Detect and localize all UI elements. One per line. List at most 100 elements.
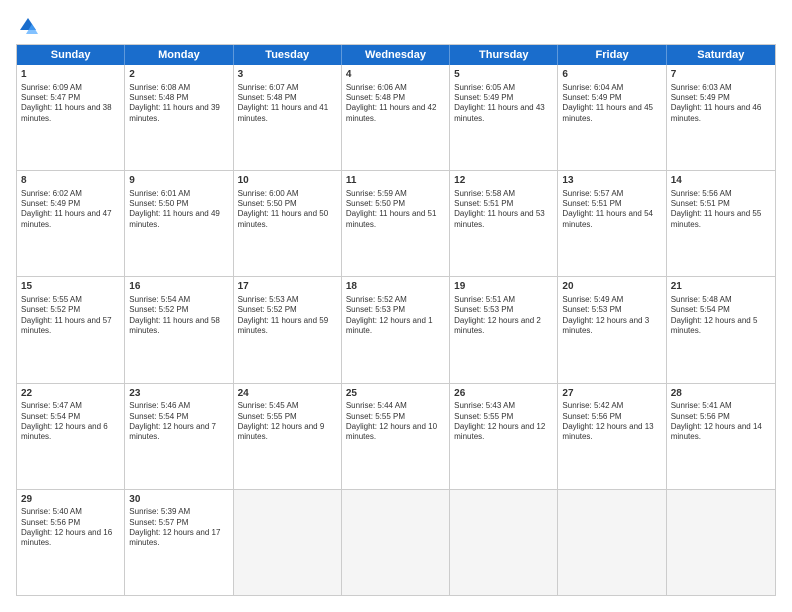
day-cell-16: 16Sunrise: 5:54 AMSunset: 5:52 PMDayligh… <box>125 277 233 382</box>
header-day-sunday: Sunday <box>17 45 125 65</box>
calendar-week-4: 22Sunrise: 5:47 AMSunset: 5:54 PMDayligh… <box>17 383 775 489</box>
day-info: Sunrise: 5:55 AMSunset: 5:52 PMDaylight:… <box>21 295 120 337</box>
day-number: 13 <box>562 174 661 188</box>
day-cell-26: 26Sunrise: 5:43 AMSunset: 5:55 PMDayligh… <box>450 384 558 489</box>
day-number: 4 <box>346 68 445 82</box>
day-info: Sunrise: 6:06 AMSunset: 5:48 PMDaylight:… <box>346 83 445 125</box>
header <box>16 16 776 36</box>
day-cell-10: 10Sunrise: 6:00 AMSunset: 5:50 PMDayligh… <box>234 171 342 276</box>
day-cell-3: 3Sunrise: 6:07 AMSunset: 5:48 PMDaylight… <box>234 65 342 170</box>
day-cell-18: 18Sunrise: 5:52 AMSunset: 5:53 PMDayligh… <box>342 277 450 382</box>
day-info: Sunrise: 6:09 AMSunset: 5:47 PMDaylight:… <box>21 83 120 125</box>
day-info: Sunrise: 6:08 AMSunset: 5:48 PMDaylight:… <box>129 83 228 125</box>
day-number: 22 <box>21 387 120 401</box>
day-info: Sunrise: 5:45 AMSunset: 5:55 PMDaylight:… <box>238 401 337 443</box>
header-day-monday: Monday <box>125 45 233 65</box>
header-day-thursday: Thursday <box>450 45 558 65</box>
day-info: Sunrise: 5:42 AMSunset: 5:56 PMDaylight:… <box>562 401 661 443</box>
day-cell-1: 1Sunrise: 6:09 AMSunset: 5:47 PMDaylight… <box>17 65 125 170</box>
day-number: 12 <box>454 174 553 188</box>
day-number: 17 <box>238 280 337 294</box>
day-number: 28 <box>671 387 771 401</box>
header-day-saturday: Saturday <box>667 45 775 65</box>
calendar-header: SundayMondayTuesdayWednesdayThursdayFrid… <box>17 45 775 65</box>
day-number: 14 <box>671 174 771 188</box>
day-info: Sunrise: 5:39 AMSunset: 5:57 PMDaylight:… <box>129 507 228 549</box>
day-number: 15 <box>21 280 120 294</box>
day-cell-2: 2Sunrise: 6:08 AMSunset: 5:48 PMDaylight… <box>125 65 233 170</box>
day-cell-14: 14Sunrise: 5:56 AMSunset: 5:51 PMDayligh… <box>667 171 775 276</box>
day-cell-17: 17Sunrise: 5:53 AMSunset: 5:52 PMDayligh… <box>234 277 342 382</box>
day-info: Sunrise: 5:44 AMSunset: 5:55 PMDaylight:… <box>346 401 445 443</box>
empty-cell <box>234 490 342 595</box>
day-cell-22: 22Sunrise: 5:47 AMSunset: 5:54 PMDayligh… <box>17 384 125 489</box>
day-cell-9: 9Sunrise: 6:01 AMSunset: 5:50 PMDaylight… <box>125 171 233 276</box>
day-number: 8 <box>21 174 120 188</box>
logo <box>16 16 38 36</box>
day-info: Sunrise: 5:51 AMSunset: 5:53 PMDaylight:… <box>454 295 553 337</box>
day-cell-15: 15Sunrise: 5:55 AMSunset: 5:52 PMDayligh… <box>17 277 125 382</box>
day-number: 5 <box>454 68 553 82</box>
day-cell-13: 13Sunrise: 5:57 AMSunset: 5:51 PMDayligh… <box>558 171 666 276</box>
day-number: 26 <box>454 387 553 401</box>
empty-cell <box>450 490 558 595</box>
day-info: Sunrise: 6:02 AMSunset: 5:49 PMDaylight:… <box>21 189 120 231</box>
day-number: 27 <box>562 387 661 401</box>
day-cell-7: 7Sunrise: 6:03 AMSunset: 5:49 PMDaylight… <box>667 65 775 170</box>
day-number: 19 <box>454 280 553 294</box>
day-number: 24 <box>238 387 337 401</box>
calendar-body: 1Sunrise: 6:09 AMSunset: 5:47 PMDaylight… <box>17 65 775 595</box>
day-number: 18 <box>346 280 445 294</box>
day-info: Sunrise: 5:47 AMSunset: 5:54 PMDaylight:… <box>21 401 120 443</box>
empty-cell <box>342 490 450 595</box>
calendar-week-2: 8Sunrise: 6:02 AMSunset: 5:49 PMDaylight… <box>17 170 775 276</box>
calendar-week-5: 29Sunrise: 5:40 AMSunset: 5:56 PMDayligh… <box>17 489 775 595</box>
day-info: Sunrise: 5:46 AMSunset: 5:54 PMDaylight:… <box>129 401 228 443</box>
day-cell-30: 30Sunrise: 5:39 AMSunset: 5:57 PMDayligh… <box>125 490 233 595</box>
day-info: Sunrise: 5:40 AMSunset: 5:56 PMDaylight:… <box>21 507 120 549</box>
day-cell-28: 28Sunrise: 5:41 AMSunset: 5:56 PMDayligh… <box>667 384 775 489</box>
day-number: 7 <box>671 68 771 82</box>
day-number: 11 <box>346 174 445 188</box>
day-cell-20: 20Sunrise: 5:49 AMSunset: 5:53 PMDayligh… <box>558 277 666 382</box>
day-info: Sunrise: 5:43 AMSunset: 5:55 PMDaylight:… <box>454 401 553 443</box>
day-number: 6 <box>562 68 661 82</box>
day-info: Sunrise: 5:49 AMSunset: 5:53 PMDaylight:… <box>562 295 661 337</box>
day-cell-23: 23Sunrise: 5:46 AMSunset: 5:54 PMDayligh… <box>125 384 233 489</box>
day-info: Sunrise: 6:04 AMSunset: 5:49 PMDaylight:… <box>562 83 661 125</box>
day-info: Sunrise: 6:03 AMSunset: 5:49 PMDaylight:… <box>671 83 771 125</box>
day-number: 30 <box>129 493 228 507</box>
day-number: 29 <box>21 493 120 507</box>
day-cell-8: 8Sunrise: 6:02 AMSunset: 5:49 PMDaylight… <box>17 171 125 276</box>
calendar-week-3: 15Sunrise: 5:55 AMSunset: 5:52 PMDayligh… <box>17 276 775 382</box>
day-number: 10 <box>238 174 337 188</box>
day-info: Sunrise: 6:07 AMSunset: 5:48 PMDaylight:… <box>238 83 337 125</box>
day-number: 1 <box>21 68 120 82</box>
day-info: Sunrise: 5:48 AMSunset: 5:54 PMDaylight:… <box>671 295 771 337</box>
day-cell-25: 25Sunrise: 5:44 AMSunset: 5:55 PMDayligh… <box>342 384 450 489</box>
day-cell-27: 27Sunrise: 5:42 AMSunset: 5:56 PMDayligh… <box>558 384 666 489</box>
day-info: Sunrise: 5:56 AMSunset: 5:51 PMDaylight:… <box>671 189 771 231</box>
day-cell-11: 11Sunrise: 5:59 AMSunset: 5:50 PMDayligh… <box>342 171 450 276</box>
calendar: SundayMondayTuesdayWednesdayThursdayFrid… <box>16 44 776 596</box>
day-info: Sunrise: 5:41 AMSunset: 5:56 PMDaylight:… <box>671 401 771 443</box>
calendar-week-1: 1Sunrise: 6:09 AMSunset: 5:47 PMDaylight… <box>17 65 775 170</box>
day-number: 20 <box>562 280 661 294</box>
day-cell-29: 29Sunrise: 5:40 AMSunset: 5:56 PMDayligh… <box>17 490 125 595</box>
empty-cell <box>558 490 666 595</box>
header-day-wednesday: Wednesday <box>342 45 450 65</box>
page: SundayMondayTuesdayWednesdayThursdayFrid… <box>0 0 792 612</box>
day-number: 21 <box>671 280 771 294</box>
day-number: 9 <box>129 174 228 188</box>
logo-icon <box>18 16 38 36</box>
day-info: Sunrise: 5:54 AMSunset: 5:52 PMDaylight:… <box>129 295 228 337</box>
day-number: 3 <box>238 68 337 82</box>
day-number: 2 <box>129 68 228 82</box>
day-cell-19: 19Sunrise: 5:51 AMSunset: 5:53 PMDayligh… <box>450 277 558 382</box>
day-info: Sunrise: 5:53 AMSunset: 5:52 PMDaylight:… <box>238 295 337 337</box>
day-info: Sunrise: 5:59 AMSunset: 5:50 PMDaylight:… <box>346 189 445 231</box>
day-info: Sunrise: 6:05 AMSunset: 5:49 PMDaylight:… <box>454 83 553 125</box>
day-info: Sunrise: 6:01 AMSunset: 5:50 PMDaylight:… <box>129 189 228 231</box>
day-cell-4: 4Sunrise: 6:06 AMSunset: 5:48 PMDaylight… <box>342 65 450 170</box>
day-number: 16 <box>129 280 228 294</box>
